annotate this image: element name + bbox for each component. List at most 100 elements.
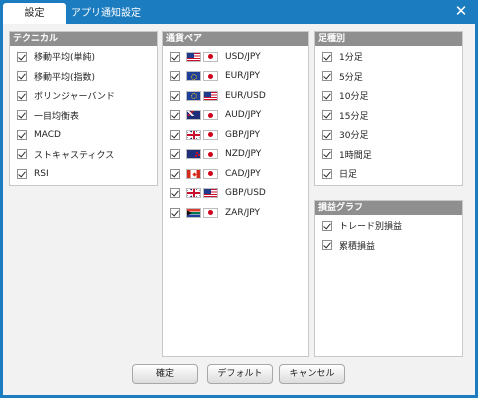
currency-option-nzdjpy[interactable]: NZD/JPY	[163, 145, 308, 165]
confirm-button[interactable]: 確定	[132, 364, 198, 384]
technical-option-stochastics[interactable]: ストキャスティクス	[10, 145, 157, 165]
dialog-titlebar: 設定 アプリ通知設定 ✕	[0, 0, 478, 24]
checkbox[interactable]	[322, 90, 332, 101]
option-label: 一目均衡表	[34, 111, 80, 122]
option-label: 1時間足	[339, 150, 372, 161]
profit-option-per-trade[interactable]: トレード別損益	[315, 216, 462, 236]
checkbox[interactable]	[17, 168, 27, 179]
checkbox[interactable]	[17, 129, 27, 140]
checkbox[interactable]	[17, 149, 27, 160]
checkbox[interactable]	[170, 149, 180, 160]
checkbox[interactable]	[170, 110, 180, 121]
ca-flag-icon	[186, 168, 201, 179]
jp-flag-icon	[203, 129, 218, 140]
checkbox[interactable]	[322, 71, 332, 82]
profit-graph-panel-title: 損益グラフ	[315, 201, 462, 215]
currency-option-usdjpy[interactable]: USD/JPY	[163, 47, 308, 67]
timeframe-option-1d[interactable]: 日足	[315, 164, 462, 184]
currency-option-gbpjpy[interactable]: GBP/JPY	[163, 125, 308, 145]
currency-option-eurjpy[interactable]: EUR/JPY	[163, 67, 308, 87]
eu-flag-icon	[186, 90, 201, 101]
checkbox[interactable]	[322, 110, 332, 121]
option-label: 15分足	[339, 111, 369, 122]
technical-option-sma[interactable]: 移動平均(単純)	[10, 47, 157, 67]
tab-app-notification-settings[interactable]: アプリ通知設定	[68, 3, 144, 24]
za-flag-icon	[186, 207, 201, 218]
technical-option-rsi[interactable]: RSI	[10, 164, 157, 184]
checkbox[interactable]	[17, 71, 27, 82]
timeframe-option-5m[interactable]: 5分足	[315, 67, 462, 87]
checkbox[interactable]	[322, 51, 332, 62]
currency-option-zarjpy[interactable]: ZAR/JPY	[163, 203, 308, 223]
technical-option-macd[interactable]: MACD	[10, 125, 157, 145]
technical-option-ichimoku[interactable]: 一目均衡表	[10, 106, 157, 126]
technical-panel: テクニカル 移動平均(単純) 移動平均(指数) ボリンジャーバンド 一目均衡表 …	[9, 31, 158, 186]
currency-option-eurusd[interactable]: EUR/USD	[163, 86, 308, 106]
option-label: GBP/JPY	[225, 129, 260, 140]
checkbox[interactable]	[170, 51, 180, 62]
checkbox[interactable]	[17, 90, 27, 101]
currency-option-audjpy[interactable]: AUD/JPY	[163, 106, 308, 126]
checkbox[interactable]	[322, 149, 332, 160]
timeframe-option-1m[interactable]: 1分足	[315, 47, 462, 67]
checkbox[interactable]	[170, 90, 180, 101]
dialog-body: テクニカル 移動平均(単純) 移動平均(指数) ボリンジャーバンド 一目均衡表 …	[3, 24, 475, 395]
us-flag-icon	[203, 90, 218, 101]
jp-flag-icon	[203, 51, 218, 62]
timeframe-panel: 足種別 1分足 5分足 10分足 15分足 30分足 1時間足 日足	[314, 31, 463, 186]
checkbox[interactable]	[322, 240, 332, 251]
timeframe-option-15m[interactable]: 15分足	[315, 106, 462, 126]
timeframe-option-10m[interactable]: 10分足	[315, 86, 462, 106]
option-label: 10分足	[339, 92, 369, 103]
close-icon[interactable]: ✕	[453, 3, 469, 19]
currency-pair-panel: 通貨ペア USD/JPY EUR/JPY EUR/USD AUD/JPY GBP…	[162, 31, 309, 357]
option-label: トレード別損益	[339, 222, 403, 233]
checkbox[interactable]	[170, 129, 180, 140]
eu-flag-icon	[186, 71, 201, 82]
checkbox[interactable]	[322, 168, 332, 179]
option-label: EUR/JPY	[225, 71, 260, 82]
profit-option-cumulative[interactable]: 累積損益	[315, 236, 462, 256]
option-label: MACD	[34, 129, 61, 140]
timeframe-option-30m[interactable]: 30分足	[315, 125, 462, 145]
jp-flag-icon	[203, 207, 218, 218]
checkbox[interactable]	[170, 207, 180, 218]
technical-option-bollinger[interactable]: ボリンジャーバンド	[10, 86, 157, 106]
checkbox[interactable]	[17, 110, 27, 121]
option-label: ZAR/JPY	[225, 207, 260, 218]
option-label: ストキャスティクス	[34, 150, 115, 161]
checkbox[interactable]	[170, 188, 180, 199]
option-label: AUD/JPY	[225, 110, 262, 121]
option-label: 日足	[339, 170, 358, 181]
timeframe-option-1h[interactable]: 1時間足	[315, 145, 462, 165]
profit-graph-panel: 損益グラフ トレード別損益 累積損益	[314, 200, 463, 357]
option-label: CAD/JPY	[225, 168, 261, 179]
technical-panel-title: テクニカル	[10, 32, 157, 46]
option-label: 30分足	[339, 131, 369, 142]
option-label: 5分足	[339, 72, 363, 83]
tab-settings[interactable]: 設定	[3, 3, 66, 24]
checkbox[interactable]	[170, 168, 180, 179]
gb-flag-icon	[186, 129, 201, 140]
option-label: 移動平均(指数)	[34, 72, 96, 83]
option-label: NZD/JPY	[225, 149, 262, 160]
gb-flag-icon	[186, 188, 201, 199]
option-label: RSI	[34, 168, 49, 179]
checkbox[interactable]	[170, 71, 180, 82]
jp-flag-icon	[203, 110, 218, 121]
checkbox[interactable]	[322, 129, 332, 140]
default-button[interactable]: デフォルト	[207, 364, 273, 384]
currency-option-cadjpy[interactable]: CAD/JPY	[163, 164, 308, 184]
checkbox[interactable]	[322, 220, 332, 231]
jp-flag-icon	[203, 149, 218, 160]
option-label: EUR/USD	[225, 90, 266, 101]
us-flag-icon	[186, 51, 201, 62]
technical-option-ema[interactable]: 移動平均(指数)	[10, 67, 157, 87]
cancel-button[interactable]: キャンセル	[279, 364, 345, 384]
checkbox[interactable]	[17, 51, 27, 62]
option-label: 累積損益	[339, 241, 376, 252]
currency-option-gbpusd[interactable]: GBP/USD	[163, 184, 308, 204]
option-label: GBP/USD	[225, 188, 266, 199]
option-label: 移動平均(単純)	[34, 53, 96, 64]
jp-flag-icon	[203, 71, 218, 82]
